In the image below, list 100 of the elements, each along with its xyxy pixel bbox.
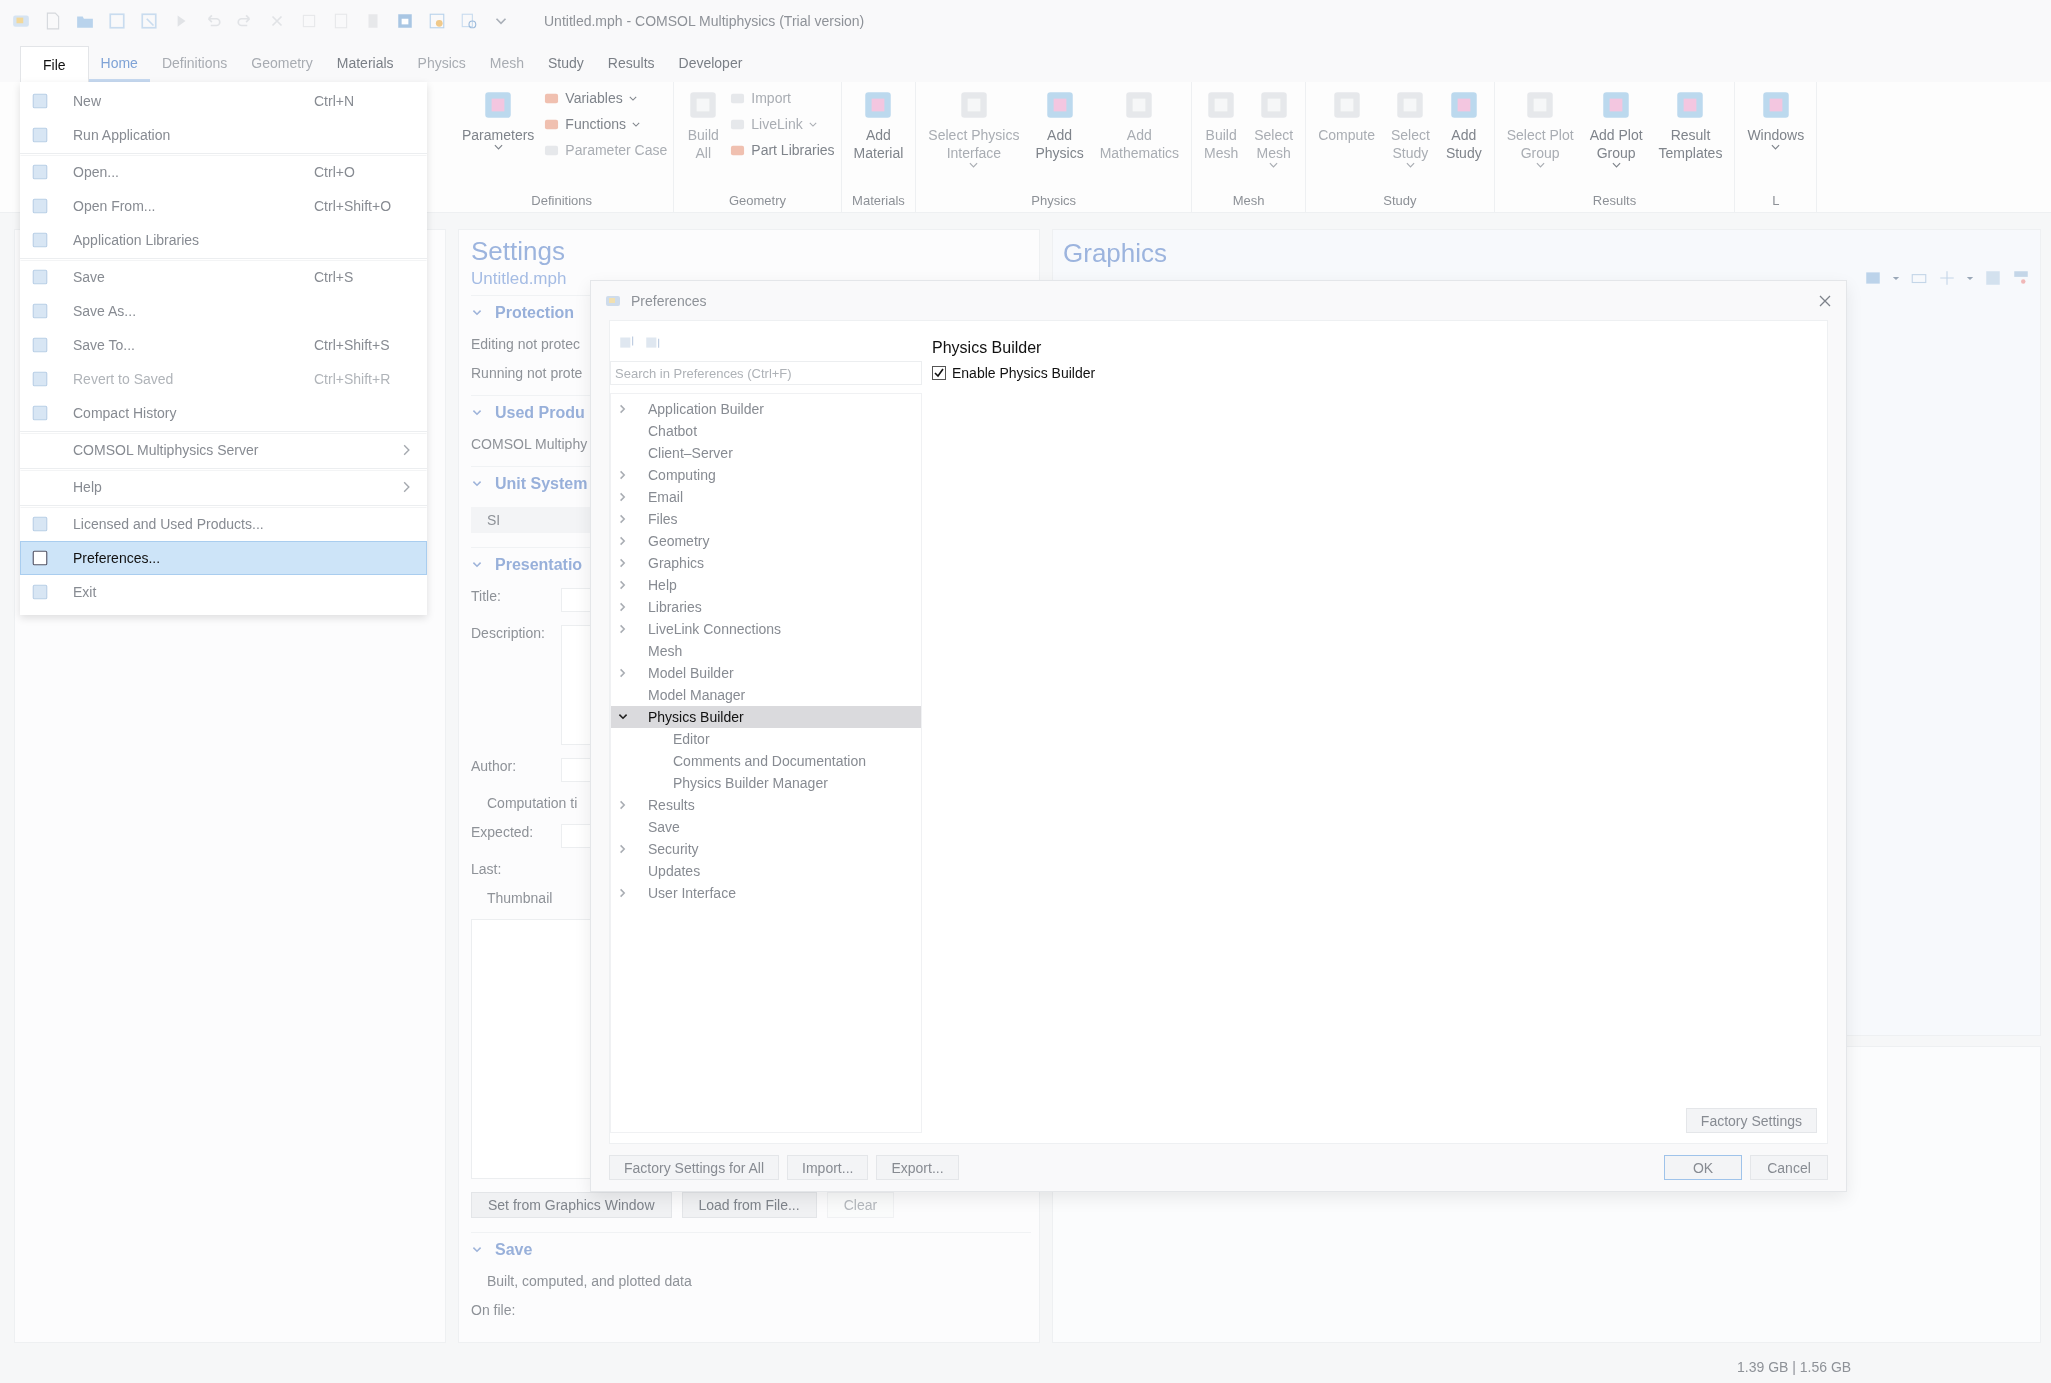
setting-text: Running not prote [471,365,583,381]
tree-item[interactable]: Model Manager [611,684,921,707]
ribbon-button[interactable]: Add Study [1439,86,1488,164]
save-icon[interactable] [108,12,126,30]
ribbon-tab[interactable]: Developer [666,46,755,82]
section-title[interactable]: Save [495,1241,533,1259]
panel-title: Settings [471,236,565,267]
ribbon-button[interactable]: Add Physics [1029,86,1090,164]
caret-icon [1405,162,1415,168]
tree-item[interactable]: Save [611,816,921,839]
brush-icon[interactable] [2012,269,2030,287]
ribbon-button[interactable]: Add Material [847,86,910,164]
menu-item[interactable]: Save As... [20,294,427,328]
file-icon [31,336,49,354]
group-label: Materials [851,193,906,210]
section-title[interactable]: Used Produ [495,404,585,422]
menu-item[interactable]: Run Application [20,118,427,152]
field-label: Title: [471,588,502,606]
menu-item[interactable]: Open From... Ctrl+Shift+O [20,189,427,223]
page-heading: Physics Builder [932,339,1042,358]
file-icon [31,404,49,422]
tree-item[interactable]: Comments and Documentation [611,750,921,773]
tree-item[interactable]: Email [611,486,921,509]
search-field[interactable]: Search in Preferences (Ctrl+F) [610,361,922,386]
file-tab[interactable]: File [20,46,89,82]
setting-text: COMSOL Multiphy [471,436,588,452]
dialog-button[interactable]: Factory Settings for All [609,1155,780,1180]
menu-item[interactable]: New Ctrl+N [20,84,427,118]
section-title[interactable]: Unit System [495,475,588,493]
tree-item[interactable]: Security [611,838,921,861]
menu-item[interactable]: Save Ctrl+S [20,260,427,294]
section-title[interactable]: Presentatio [495,556,583,574]
tree-item[interactable]: Chatbot [611,420,921,443]
tree-item[interactable]: Client–Server [611,442,921,465]
tree-item[interactable]: Geometry [611,530,921,553]
close-icon[interactable] [1818,293,1832,308]
ribbon-button[interactable]: Windows [1741,86,1811,152]
checkbox[interactable] [932,366,946,381]
dialog-button[interactable]: Import... [787,1155,869,1180]
dialog-button[interactable]: Export... [876,1155,959,1180]
ribbon-small-button[interactable]: Variables [544,88,668,108]
caret-icon[interactable] [1966,275,1974,281]
menu-item[interactable]: Save To... Ctrl+Shift+S [20,328,427,362]
caret-icon [1611,162,1621,168]
tree-item[interactable]: Mesh [611,640,921,663]
tree-item[interactable]: Model Builder [611,662,921,685]
tree-item[interactable]: Help [611,574,921,597]
tree-item[interactable]: User Interface [611,882,921,905]
panel-title: Graphics [1063,238,1169,269]
tree-item[interactable]: Physics Builder Manager [611,772,921,795]
file-icon [31,92,49,110]
ribbon-button[interactable]: Add Plot Group [1583,86,1649,170]
group-heading: Computation ti [487,795,578,811]
view-icon[interactable] [1864,269,1882,287]
tree-item[interactable]: LiveLink Connections [611,618,921,641]
section-title[interactable]: Protection [495,304,575,322]
group-label: Geometry [727,193,787,210]
file-icon [31,163,49,181]
ribbon-tab[interactable]: Study [536,46,596,82]
tree-item[interactable]: Graphics [611,552,921,575]
ribbon-button[interactable]: Result Templates [1652,86,1729,164]
caret-icon [969,162,979,168]
save-as-icon[interactable] [140,12,158,30]
search-icon[interactable] [460,12,478,30]
menu-item[interactable]: Help [20,470,427,504]
ribbon-tab[interactable]: Materials [324,46,406,82]
grid-icon[interactable] [1984,269,2002,287]
menu-item[interactable]: Application Libraries [20,223,427,257]
dialog-button[interactable]: OK [1664,1155,1742,1180]
ribbon-small-button[interactable]: Functions [544,114,668,134]
tree-item[interactable]: Libraries [611,596,921,619]
ribbon-button[interactable]: Parameters [456,86,541,152]
tree-item[interactable]: Results [611,794,921,817]
caret-icon [808,121,817,127]
dialog-button[interactable]: Cancel [1750,1155,1828,1180]
ribbon-tab[interactable]: Results [595,46,667,82]
menu-item[interactable]: COMSOL Multiphysics Server [20,433,427,467]
setting-text: On file: [471,1302,516,1318]
settings-button[interactable]: Set from Graphics Window [471,1192,672,1218]
menu-item[interactable]: Compact History [20,396,427,430]
tree-item[interactable]: Editor [611,728,921,751]
grid-icon[interactable] [428,12,446,30]
group-label: L [1771,193,1781,210]
menu-item[interactable]: Open... Ctrl+O [20,155,427,189]
tree-item[interactable]: Physics Builder [611,706,921,729]
ribbon-small-button[interactable]: Part Libraries [730,140,835,160]
factory-settings-button[interactable]: Factory Settings [1685,1108,1817,1133]
settings-button[interactable]: Load from File... [681,1192,817,1218]
tree-item[interactable]: Files [611,508,921,531]
setting-text: Last: [471,861,502,877]
menu-item[interactable]: Exit [20,575,427,609]
window-icon[interactable] [396,12,414,30]
tree-item[interactable]: Application Builder [611,398,921,421]
menu-item[interactable]: Preferences... [20,541,427,575]
axes-icon[interactable] [1938,269,1956,287]
tree-item[interactable]: Updates [611,860,921,883]
new-file-icon[interactable] [44,12,62,30]
file-icon [31,197,49,215]
tree-item[interactable]: Computing [611,464,921,487]
caret-icon[interactable] [1892,275,1900,281]
